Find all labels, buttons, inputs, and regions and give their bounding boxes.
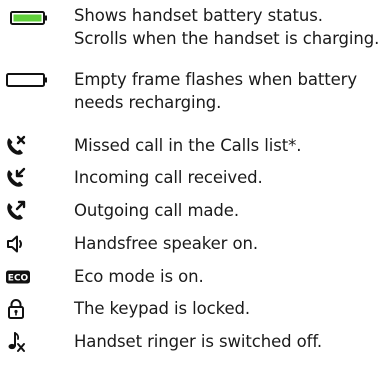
legend-line: Eco mode is on. (74, 267, 204, 286)
legend-text: Handsfree speaker on. (74, 232, 384, 255)
legend-line: Handset ringer is switched off. (74, 332, 323, 351)
legend-text: Handset ringer is switched off. (74, 330, 384, 353)
outgoing-call-icon (7, 200, 26, 220)
legend-line: The keypad is locked. (74, 299, 251, 318)
battery-charging-icon (10, 11, 47, 25)
legend-line: Empty frame flashes when battery (74, 70, 358, 89)
legend-line: Incoming call received. (74, 168, 263, 187)
legend-line: Shows handset battery status. (74, 6, 323, 25)
legend-line: Handsfree speaker on. (74, 234, 259, 253)
legend-text: Missed call in the Calls list*. (74, 134, 384, 157)
legend-text: Outgoing call made. (74, 199, 384, 222)
eco-badge-label: ECO (8, 274, 29, 284)
incoming-call-icon (7, 167, 26, 187)
legend-text: Eco mode is on. (74, 265, 384, 288)
ringer-off-icon (8, 332, 25, 352)
legend-text: Incoming call received. (74, 166, 384, 189)
legend-line: Scrolls when the handset is charging. (74, 29, 380, 48)
keypad-lock-icon (8, 299, 24, 319)
legend-line: Outgoing call made. (74, 201, 239, 220)
missed-call-icon (7, 135, 26, 155)
legend-text: Shows handset battery status. Scrolls wh… (74, 4, 384, 50)
legend-line: Missed call in the Calls list*. (74, 136, 302, 155)
legend-line: needs recharging. (74, 93, 222, 112)
legend-text: Empty frame flashes when battery needs r… (74, 68, 384, 114)
eco-mode-icon: ECO (6, 270, 30, 284)
legend-text: The keypad is locked. (74, 297, 384, 320)
battery-empty-icon (6, 73, 47, 87)
speaker-icon (7, 235, 22, 253)
